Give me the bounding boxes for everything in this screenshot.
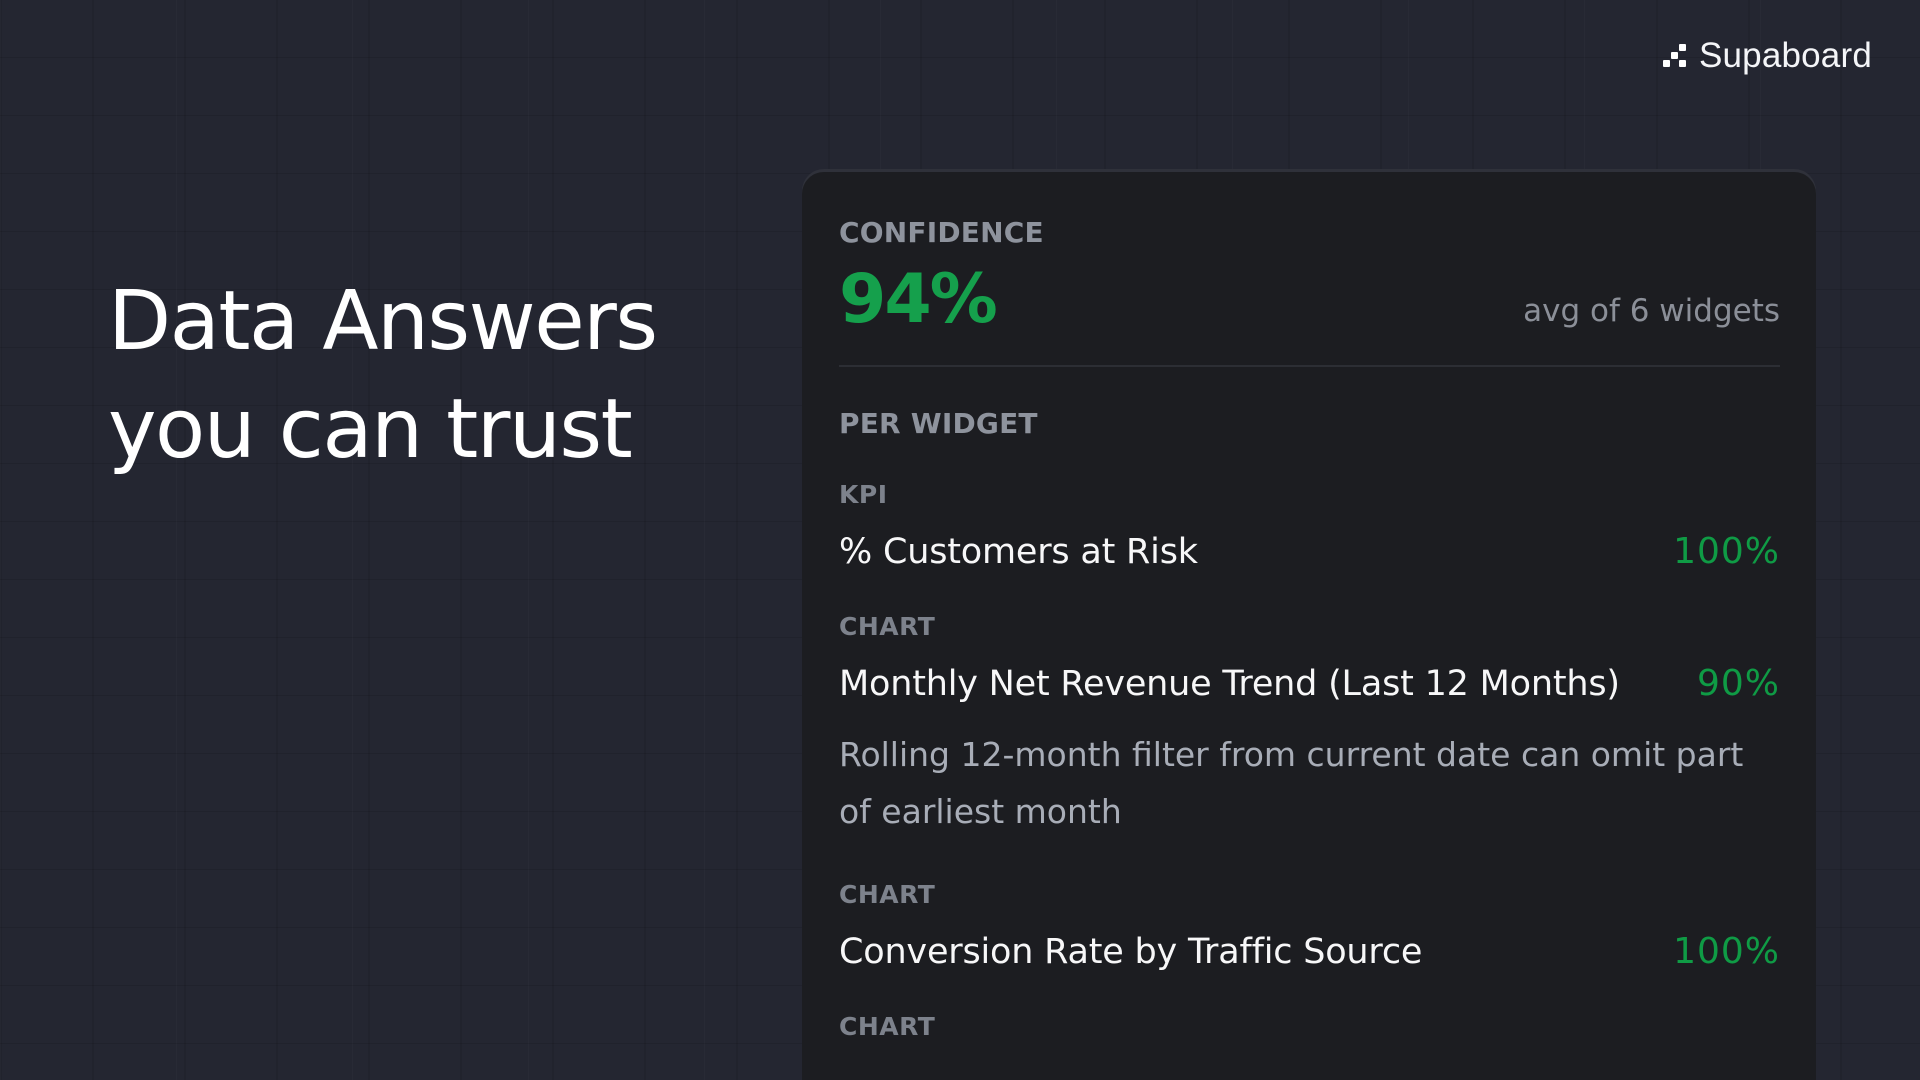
confidence-note: avg of 6 widgets [1523,293,1780,329]
headline-line-2: you can trust [108,382,633,477]
widget-row: % Customers at Risk 100% [839,531,1780,572]
widget-item: CHART Conversion Rate by Traffic Source … [839,880,1780,972]
widget-item: CHART Monthly Net Revenue Trend (Last 12… [839,612,1780,840]
confidence-value: 94% [839,260,998,339]
brand: Supaboard [1662,36,1872,76]
widget-item: KPI % Customers at Risk 100% [839,480,1780,572]
widget-type: CHART [839,1012,936,1041]
brand-name: Supaboard [1698,36,1872,75]
confidence-panel: CONFIDENCE 94% avg of 6 widgets PER WIDG… [802,172,1816,1080]
widget-score: 100% [1673,931,1780,972]
confidence-title: CONFIDENCE [839,216,1044,249]
widget-score: 100% [1673,531,1780,572]
widget-type: CHART [839,880,936,909]
widget-type: CHART [839,612,936,641]
widget-row: Monthly Net Revenue Trend (Last 12 Month… [839,663,1780,704]
widget-type: KPI [839,480,888,509]
headline: Data Answers you can trust [108,268,728,484]
per-widget-title: PER WIDGET [839,407,1038,440]
widget-name: Monthly Net Revenue Trend (Last 12 Month… [839,663,1620,704]
widget-note: Rolling 12-month filter from current dat… [839,735,1744,831]
headline-line-1: Data Answers [108,274,658,369]
widget-score: 90% [1696,663,1780,704]
confidence-summary: 94% avg of 6 widgets [839,263,1780,367]
widget-name: Conversion Rate by Traffic Source [839,931,1423,972]
widget-item: CHART [839,1012,1780,1041]
widget-row: Conversion Rate by Traffic Source 100% [839,931,1780,972]
pixel-steps-icon [1662,44,1687,68]
widget-name: % Customers at Risk [839,531,1198,572]
